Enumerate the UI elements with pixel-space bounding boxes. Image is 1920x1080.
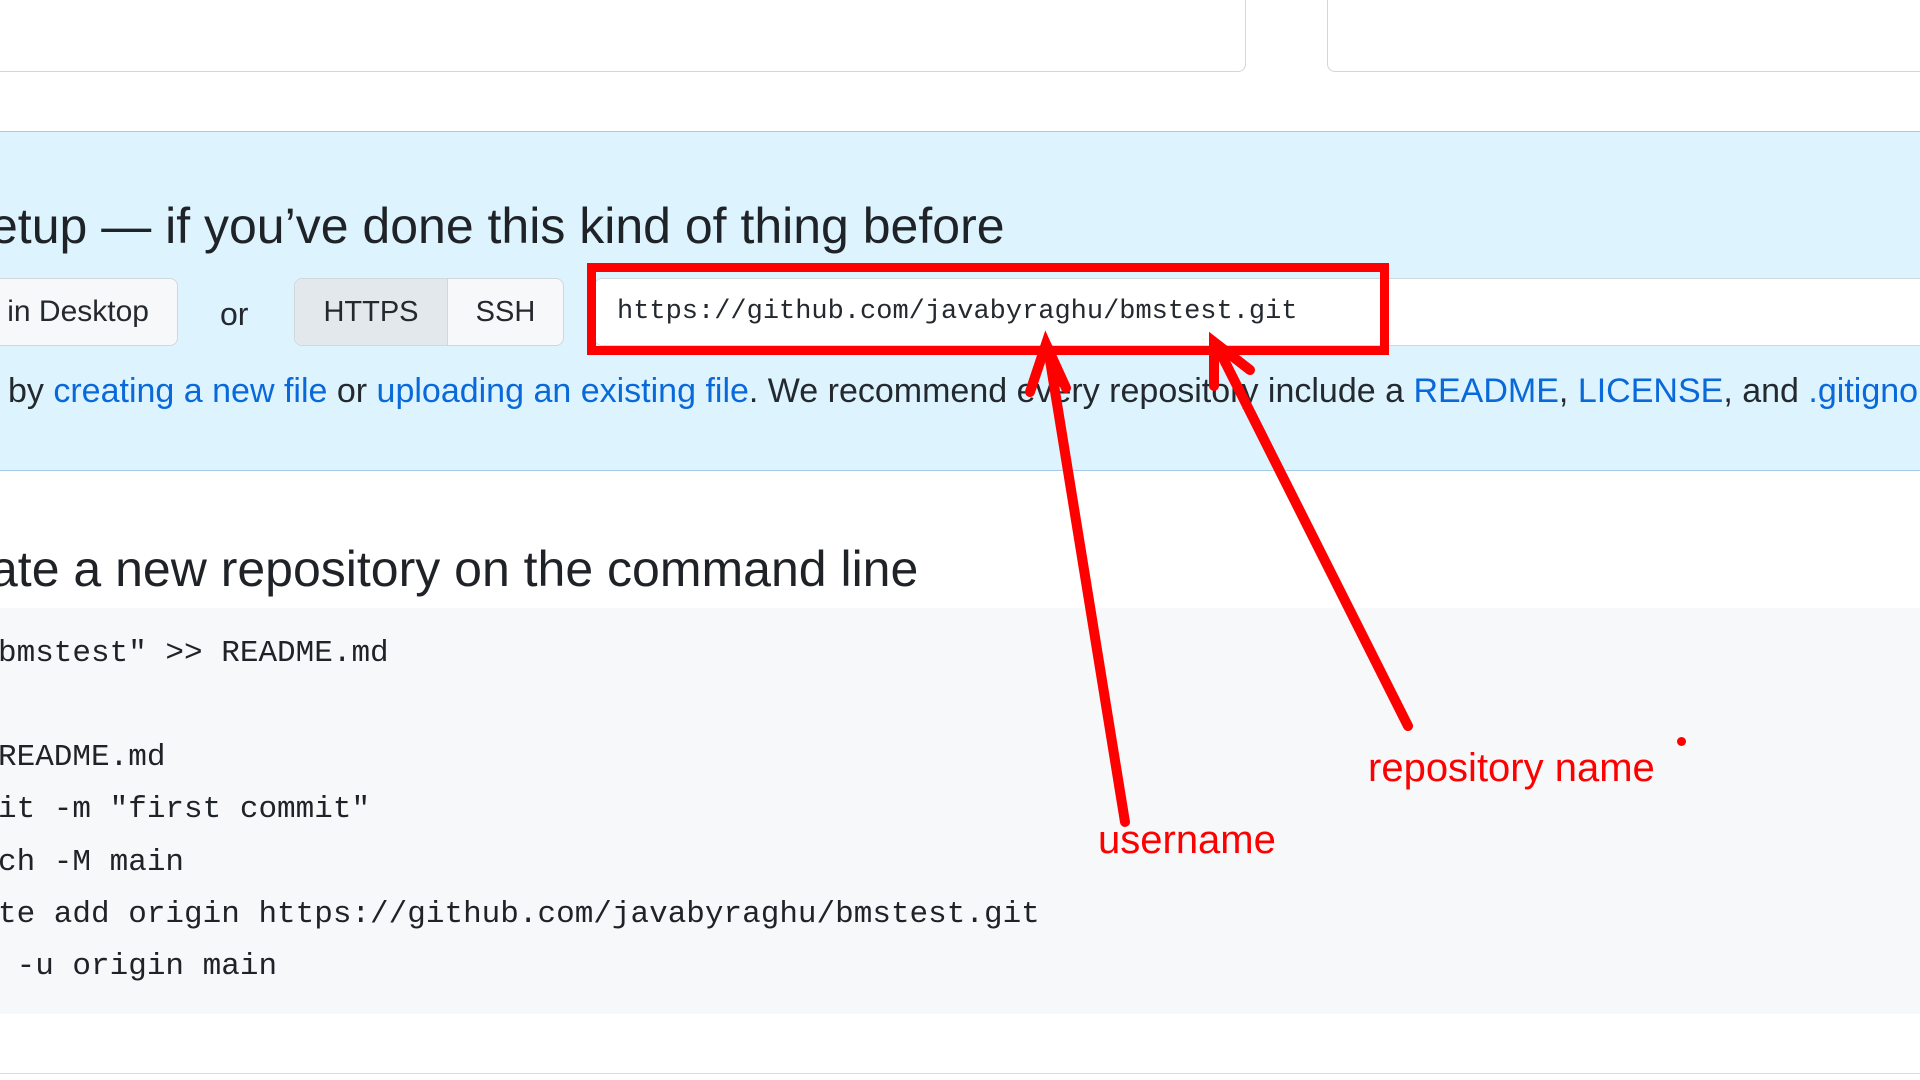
annotation-dot bbox=[1677, 737, 1686, 746]
repository-name-annotation-label: repository name bbox=[1368, 746, 1655, 790]
annotation-arrows bbox=[1025, 330, 1413, 827]
repository-arrow bbox=[1213, 343, 1413, 731]
username-arrow bbox=[1043, 343, 1130, 827]
username-annotation-label: username bbox=[1098, 818, 1276, 862]
